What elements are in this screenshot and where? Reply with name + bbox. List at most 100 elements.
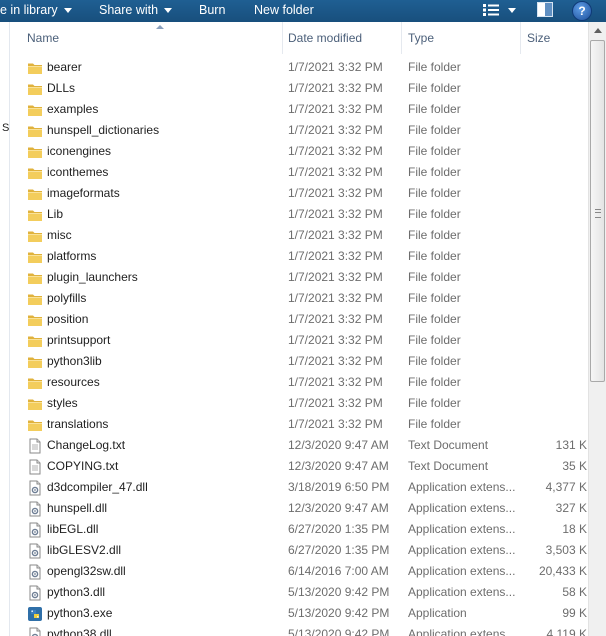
file-date-modified: 1/7/2021 3:32 PM <box>288 165 383 179</box>
file-type: File folder <box>408 270 461 284</box>
file-row[interactable]: platforms 1/7/2021 3:32 PM File folder <box>10 246 588 267</box>
file-date-modified: 1/7/2021 3:32 PM <box>288 102 383 116</box>
file-row[interactable]: iconthemes 1/7/2021 3:32 PM File folder <box>10 162 588 183</box>
file-size: 99 K <box>562 606 587 620</box>
file-size <box>522 183 587 204</box>
file-row[interactable]: libGLESV2.dll 6/27/2020 1:35 PM Applicatio… <box>10 540 588 561</box>
file-row[interactable]: ChangeLog.txt 12/3/2020 9:47 AM Text Docum… <box>10 435 588 456</box>
file-row[interactable]: hunspell.dll 12/3/2020 9:47 AM Application… <box>10 498 588 519</box>
file-date-modified: 3/18/2019 6:50 PM <box>288 480 390 494</box>
nav-item-partial[interactable]: S <box>2 122 9 134</box>
file-row[interactable]: styles 1/7/2021 3:32 PM File folder <box>10 393 588 414</box>
file-type: File folder <box>408 396 461 410</box>
column-header-date-label: Date modified <box>288 31 363 45</box>
file-date-modified: 5/13/2020 9:42 PM <box>288 627 390 636</box>
help-icon[interactable]: ? <box>572 1 592 21</box>
file-row[interactable]: imageformats 1/7/2021 3:32 PM File folder <box>10 183 588 204</box>
file-name: python3.dll <box>47 585 106 599</box>
file-row[interactable]: misc 1/7/2021 3:32 PM File folder <box>10 225 588 246</box>
file-date-modified: 5/13/2020 9:42 PM <box>288 585 390 599</box>
file-name: libEGL.dll <box>47 522 99 536</box>
file-size <box>522 414 587 435</box>
file-size <box>522 246 587 267</box>
folder-icon <box>27 207 43 223</box>
file-type: File folder <box>408 60 461 74</box>
file-date-modified: 1/7/2021 3:32 PM <box>288 270 383 284</box>
file-size <box>522 204 587 225</box>
file-date-modified: 1/7/2021 3:32 PM <box>288 417 383 431</box>
file-date-modified: 1/7/2021 3:32 PM <box>288 333 383 347</box>
file-type: Text Document <box>408 438 489 452</box>
column-header-type[interactable]: Type <box>402 22 521 54</box>
file-row[interactable]: resources 1/7/2021 3:32 PM File folder <box>10 372 588 393</box>
file-row[interactable]: Lib 1/7/2021 3:32 PM File folder <box>10 204 588 225</box>
file-type: File folder <box>408 417 461 431</box>
share-with-label: Share with <box>99 3 159 17</box>
file-type: Application extens... <box>408 543 516 557</box>
file-row[interactable]: python38.dll 5/13/2020 9:42 PM Application… <box>10 624 588 636</box>
file-size: 131 K <box>555 438 587 452</box>
file-row[interactable]: python3.dll 5/13/2020 9:42 PM Application … <box>10 582 588 603</box>
file-row[interactable]: libEGL.dll 6/27/2020 1:35 PM Application e… <box>10 519 588 540</box>
file-name: styles <box>47 396 78 410</box>
folder-icon <box>27 165 43 181</box>
file-row[interactable]: iconengines 1/7/2021 3:32 PM File folder <box>10 141 588 162</box>
file-row[interactable]: plugin_launchers 1/7/2021 3:32 PM File fol… <box>10 267 588 288</box>
file-name: platforms <box>47 249 97 263</box>
view-options-icon[interactable] <box>483 4 499 16</box>
file-size <box>522 351 587 372</box>
file-row[interactable]: position 1/7/2021 3:32 PM File folder <box>10 309 588 330</box>
file-row[interactable]: d3dcompiler_47.dll 3/18/2019 6:50 PM Appli… <box>10 477 588 498</box>
folder-icon <box>27 291 43 307</box>
file-row[interactable]: python3lib 1/7/2021 3:32 PM File folder <box>10 351 588 372</box>
file-type: Application <box>408 606 467 620</box>
file-date-modified: 12/3/2020 9:47 AM <box>288 459 389 473</box>
file-name: DLLs <box>47 81 76 95</box>
text-file-icon <box>27 459 43 475</box>
file-row[interactable]: polyfills 1/7/2021 3:32 PM File folder <box>10 288 588 309</box>
dll-file-icon <box>27 501 43 517</box>
file-name: printsupport <box>47 333 111 347</box>
new-folder-button[interactable]: New folder <box>254 0 314 22</box>
file-type: File folder <box>408 333 461 347</box>
file-size <box>522 267 587 288</box>
file-date-modified: 1/7/2021 3:32 PM <box>288 144 383 158</box>
scroll-up-arrow-icon[interactable] <box>589 22 606 39</box>
include-in-library-button[interactable]: e in library <box>0 0 72 22</box>
dll-file-icon <box>27 480 43 496</box>
file-row[interactable]: printsupport 1/7/2021 3:32 PM File folder <box>10 330 588 351</box>
file-row[interactable]: bearer 1/7/2021 3:32 PM File folder <box>10 57 588 78</box>
file-date-modified: 1/7/2021 3:32 PM <box>288 396 383 410</box>
file-type: File folder <box>408 102 461 116</box>
folder-icon <box>27 81 43 97</box>
folder-icon <box>27 60 43 76</box>
file-name: imageformats <box>47 186 120 200</box>
burn-button[interactable]: Burn <box>199 0 225 22</box>
file-date-modified: 1/7/2021 3:32 PM <box>288 186 383 200</box>
file-row[interactable]: examples 1/7/2021 3:32 PM File folder <box>10 99 588 120</box>
file-date-modified: 1/7/2021 3:32 PM <box>288 123 383 137</box>
view-options-dropdown-icon[interactable] <box>508 8 516 13</box>
file-row[interactable]: translations 1/7/2021 3:32 PM File folder <box>10 414 588 435</box>
file-name: polyfills <box>47 291 87 305</box>
file-row[interactable]: COPYING.txt 12/3/2020 9:47 AM Text Documen… <box>10 456 588 477</box>
share-with-button[interactable]: Share with <box>99 0 173 22</box>
file-row[interactable]: hunspell_dictionaries 1/7/2021 3:32 PM Fil… <box>10 120 588 141</box>
new-folder-label: New folder <box>254 3 314 17</box>
column-header-date[interactable]: Date modified <box>282 22 402 54</box>
file-name: python38.dll <box>47 627 112 636</box>
file-date-modified: 1/7/2021 3:32 PM <box>288 354 383 368</box>
file-row[interactable]: opengl32sw.dll 6/14/2016 7:00 AM Applicati… <box>10 561 588 582</box>
file-row[interactable]: DLLs 1/7/2021 3:32 PM File folder <box>10 78 588 99</box>
preview-pane-icon[interactable] <box>537 2 553 17</box>
dll-file-icon <box>27 543 43 559</box>
file-size <box>522 393 587 414</box>
scrollbar-thumb[interactable] <box>590 40 605 382</box>
file-date-modified: 1/7/2021 3:32 PM <box>288 228 383 242</box>
column-header-size[interactable]: Size <box>521 22 588 54</box>
file-type: File folder <box>408 228 461 242</box>
file-name: d3dcompiler_47.dll <box>47 480 148 494</box>
file-row[interactable]: python3.exe 5/13/2020 9:42 PM Application 9… <box>10 603 588 624</box>
column-header-name[interactable]: Name <box>21 22 283 54</box>
vertical-scrollbar[interactable] <box>588 22 606 636</box>
